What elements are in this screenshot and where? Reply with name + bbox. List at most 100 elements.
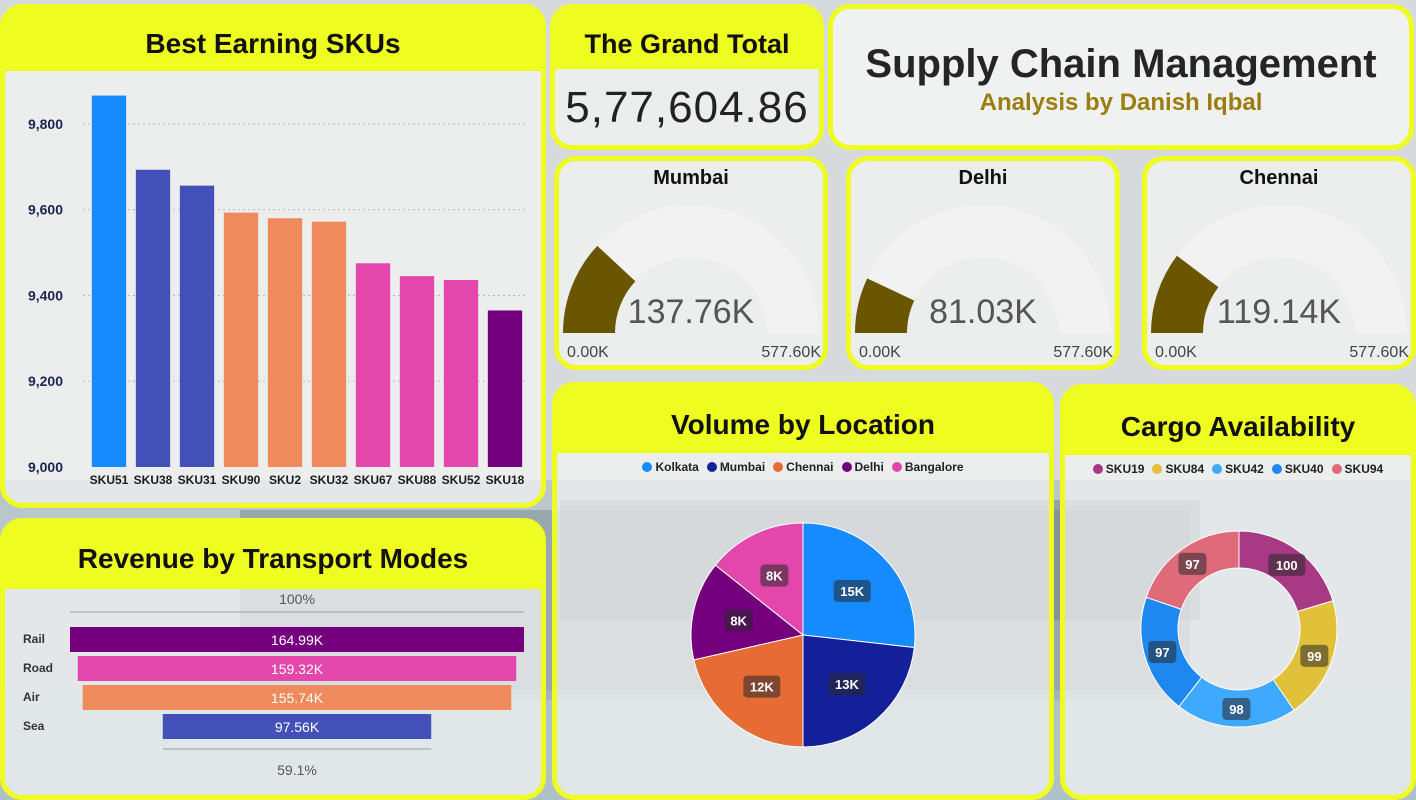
legend-label: SKU19 bbox=[1105, 462, 1145, 476]
x-tick-label: SKU67 bbox=[354, 473, 393, 487]
legend-label: Bangalore bbox=[904, 460, 964, 474]
funnel-category-label: Sea bbox=[23, 719, 45, 733]
x-tick-label: SKU32 bbox=[310, 473, 349, 487]
legend-swatch bbox=[1152, 464, 1163, 474]
funnel-category-label: Road bbox=[23, 661, 53, 675]
page-title: Supply Chain Management bbox=[865, 42, 1377, 86]
x-tick-label: SKU31 bbox=[178, 473, 217, 487]
bar-sku88[interactable] bbox=[399, 276, 435, 467]
legend-label: SKU42 bbox=[1225, 462, 1264, 476]
slice-label: 15K bbox=[840, 584, 864, 599]
title-card: Supply Chain Management Analysis by Dani… bbox=[828, 4, 1414, 150]
slice-label: 8K bbox=[730, 613, 747, 628]
bar-sku38[interactable] bbox=[135, 169, 171, 467]
slice-label: 98 bbox=[1229, 702, 1243, 717]
legend-item-chennai[interactable]: Chennai bbox=[773, 460, 834, 474]
gauge-chennai: Chennai 119.14K 0.00K 577.60K bbox=[1142, 156, 1416, 370]
page-subtitle: Analysis by Danish Iqbal bbox=[979, 89, 1263, 116]
slice-label: 12K bbox=[750, 680, 774, 695]
bar-sku67[interactable] bbox=[355, 263, 391, 467]
volume-legend: Kolkata Mumbai Chennai Delhi Bangalore bbox=[557, 460, 1049, 474]
gauge-chart: 119.14K 0.00K 577.60K bbox=[1151, 205, 1409, 361]
slice-label: 8K bbox=[766, 569, 783, 584]
bar-sku32[interactable] bbox=[311, 221, 347, 467]
legend-label: SKU94 bbox=[1344, 462, 1384, 476]
legend-item-sku19[interactable]: SKU19 bbox=[1092, 462, 1145, 476]
x-tick-label: SKU90 bbox=[222, 473, 261, 487]
grand-total-card: The Grand Total 5,77,604.86 bbox=[550, 4, 824, 150]
best-earning-skus-title: Best Earning SKUs bbox=[5, 9, 541, 71]
funnel-value-label: 164.99K bbox=[271, 632, 324, 648]
revenue-transport-chart: 100% 164.99K Rail 159.32K Road 155.74K Air 97.5… bbox=[23, 591, 524, 778]
bar-sku51[interactable] bbox=[91, 95, 127, 468]
legend-label: Kolkata bbox=[655, 460, 699, 474]
gauge-mumbai: Mumbai 137.76K 0.00K 577.60K bbox=[554, 156, 828, 370]
y-tick-label: 9,600 bbox=[28, 202, 63, 218]
gauge-max-label: 577.60K bbox=[1349, 344, 1409, 361]
x-tick-label: SKU38 bbox=[134, 473, 173, 487]
x-tick-label: SKU18 bbox=[486, 473, 525, 487]
gauge-max-label: 577.60K bbox=[1053, 344, 1113, 361]
bar-sku90[interactable] bbox=[223, 212, 259, 467]
bar-sku31[interactable] bbox=[179, 185, 215, 467]
volume-location-title: Volume by Location bbox=[557, 387, 1049, 453]
best-earning-skus-panel: Best Earning SKUs 9,000 9,200 9,400 9,600 9,… bbox=[0, 4, 546, 508]
legend-item-sku94[interactable]: SKU94 bbox=[1331, 462, 1384, 476]
gauge-value-label: 137.76K bbox=[628, 293, 755, 331]
gauge-chart: 81.03K 0.00K 577.60K bbox=[855, 205, 1113, 361]
legend-item-sku84[interactable]: SKU84 bbox=[1152, 462, 1204, 476]
y-tick-label: 9,200 bbox=[28, 373, 63, 389]
funnel-value-label: 97.56K bbox=[275, 719, 320, 735]
slice-label: 99 bbox=[1307, 649, 1321, 664]
grand-total-title: The Grand Total bbox=[555, 9, 819, 69]
cargo-legend: SKU19 SKU84 SKU42 SKU40 SKU94 bbox=[1065, 462, 1411, 476]
legend-swatch bbox=[1331, 464, 1342, 474]
legend-swatch bbox=[706, 462, 717, 472]
gauge-min-label: 0.00K bbox=[1155, 344, 1197, 361]
gauge-value-label: 81.03K bbox=[929, 293, 1037, 331]
legend-swatch bbox=[1271, 464, 1282, 474]
legend-item-kolkata[interactable]: Kolkata bbox=[642, 460, 699, 474]
revenue-transport-panel: Revenue by Transport Modes 100% 164.99K Ra… bbox=[0, 518, 546, 800]
bar-sku18[interactable] bbox=[487, 310, 523, 467]
slice-label: 97 bbox=[1155, 645, 1169, 660]
gauge-max-label: 577.60K bbox=[761, 344, 821, 361]
bar-sku52[interactable] bbox=[443, 280, 479, 467]
revenue-transport-title: Revenue by Transport Modes bbox=[5, 523, 541, 589]
legend-label: SKU84 bbox=[1165, 462, 1205, 476]
slice-label: 97 bbox=[1185, 557, 1199, 572]
x-tick-label: SKU51 bbox=[90, 473, 129, 487]
legend-swatch bbox=[1212, 464, 1223, 474]
gauge-chart: 137.76K 0.00K 577.60K bbox=[563, 205, 821, 361]
x-tick-label: SKU88 bbox=[398, 473, 437, 487]
legend-swatch bbox=[1092, 464, 1103, 474]
legend-item-mumbai[interactable]: Mumbai bbox=[706, 460, 766, 474]
legend-item-delhi[interactable]: Delhi bbox=[841, 460, 884, 474]
legend-swatch bbox=[841, 462, 852, 472]
legend-swatch bbox=[891, 462, 902, 472]
funnel-bottom-label: 59.1% bbox=[277, 762, 317, 778]
x-tick-label: SKU2 bbox=[269, 473, 301, 487]
y-tick-label: 9,000 bbox=[28, 459, 63, 475]
legend-item-sku42[interactable]: SKU42 bbox=[1212, 462, 1264, 476]
cargo-donut-chart: 100 99 98 97 97 bbox=[1140, 530, 1338, 728]
y-tick-label: 9,400 bbox=[28, 287, 63, 303]
legend-item-sku40[interactable]: SKU40 bbox=[1271, 462, 1324, 476]
funnel-category-label: Air bbox=[23, 690, 40, 704]
bar-sku2[interactable] bbox=[267, 218, 303, 467]
legend-swatch bbox=[773, 462, 784, 472]
grand-total-value: 5,77,604.86 bbox=[565, 83, 809, 132]
legend-label: Mumbai bbox=[719, 460, 766, 474]
funnel-value-label: 155.74K bbox=[271, 690, 324, 706]
slice-label: 13K bbox=[835, 677, 859, 692]
funnel-top-label: 100% bbox=[279, 591, 315, 607]
y-tick-label: 9,800 bbox=[28, 116, 63, 132]
funnel-value-label: 159.32K bbox=[271, 661, 324, 677]
gauge-delhi: Delhi 81.03K 0.00K 577.60K bbox=[846, 156, 1120, 370]
legend-label: Delhi bbox=[854, 460, 884, 474]
legend-item-bangalore[interactable]: Bangalore bbox=[891, 460, 964, 474]
cargo-availability-title: Cargo Availability bbox=[1065, 389, 1411, 455]
legend-swatch bbox=[642, 462, 653, 472]
volume-pie-chart: 15K 13K 12K 8K 8K bbox=[690, 522, 916, 748]
best-earning-skus-chart: 9,000 9,200 9,400 9,600 9,800 SKU51 SKU38 SKU31… bbox=[28, 95, 527, 487]
